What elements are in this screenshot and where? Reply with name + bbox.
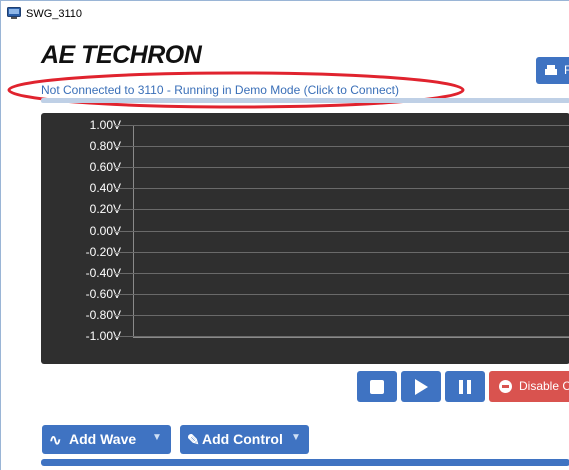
pause-button[interactable] bbox=[445, 371, 485, 402]
app-icon bbox=[7, 7, 21, 19]
y-tick-label: 0.60V bbox=[89, 160, 121, 175]
grid-line bbox=[114, 336, 569, 337]
chevron-down-icon: ▼ bbox=[152, 432, 162, 443]
y-tick-label: 1.00V bbox=[89, 118, 121, 132]
play-button[interactable] bbox=[401, 371, 441, 402]
stop-icon bbox=[370, 380, 384, 394]
chevron-down-icon: ▼ bbox=[291, 432, 301, 443]
grid-line bbox=[114, 209, 569, 211]
y-tick-label: 0.00V bbox=[89, 223, 121, 238]
connection-status-link[interactable]: Not Connected to 3110 - Running in Demo … bbox=[41, 83, 399, 97]
grid-line bbox=[114, 314, 569, 316]
grid-line bbox=[114, 272, 569, 274]
grid-line bbox=[114, 125, 569, 126]
y-tick-label: 0.40V bbox=[89, 181, 121, 196]
grid-line bbox=[114, 146, 569, 148]
grid-line bbox=[114, 230, 569, 232]
plot-area bbox=[133, 125, 569, 338]
grid-line bbox=[114, 293, 569, 295]
add-wave-label: Add Wave bbox=[69, 431, 137, 447]
bottom-divider bbox=[41, 459, 569, 466]
stop-button[interactable] bbox=[357, 371, 397, 402]
grid-line bbox=[114, 188, 569, 190]
y-tick-label: -0.40V bbox=[85, 265, 121, 280]
y-tick-label: -0.80V bbox=[85, 307, 121, 322]
sine-wave-icon: ∿ bbox=[49, 432, 62, 449]
add-wave-button[interactable]: ∿ Add Wave ▼ bbox=[42, 425, 171, 454]
header-action-label: F bbox=[564, 63, 569, 77]
y-tick-label: -1.00V bbox=[85, 329, 121, 343]
app-window: SWG_3110 AE TECHRON F Not Connected to 3… bbox=[0, 0, 569, 470]
y-tick-label: -0.60V bbox=[85, 286, 121, 301]
y-tick-label: -0.20V bbox=[85, 244, 121, 259]
brand-logo: AE TECHRON bbox=[41, 41, 202, 69]
oscilloscope-display: 1.00V 0.80V 0.60V 0.40V 0.20V 0.00V -0.20V -0.4… bbox=[41, 113, 569, 364]
window-title: SWG_3110 bbox=[26, 8, 83, 20]
printer-icon bbox=[545, 65, 557, 75]
add-control-label: Add Control bbox=[202, 431, 283, 447]
grid-line bbox=[114, 167, 569, 169]
wrench-icon: ✎ bbox=[187, 432, 200, 449]
grid-line bbox=[114, 251, 569, 253]
disable-button[interactable]: Disable C bbox=[489, 371, 569, 402]
add-control-button[interactable]: ✎ Add Control ▼ bbox=[180, 425, 309, 454]
header-action-button[interactable]: F bbox=[536, 57, 569, 84]
play-icon bbox=[415, 379, 428, 395]
y-tick-label: 0.20V bbox=[89, 202, 121, 217]
y-tick-label: 0.80V bbox=[89, 139, 121, 154]
disable-label: Disable C bbox=[519, 379, 569, 393]
disable-icon bbox=[499, 380, 512, 393]
header-divider bbox=[41, 98, 569, 103]
title-bar: SWG_3110 bbox=[1, 1, 569, 27]
